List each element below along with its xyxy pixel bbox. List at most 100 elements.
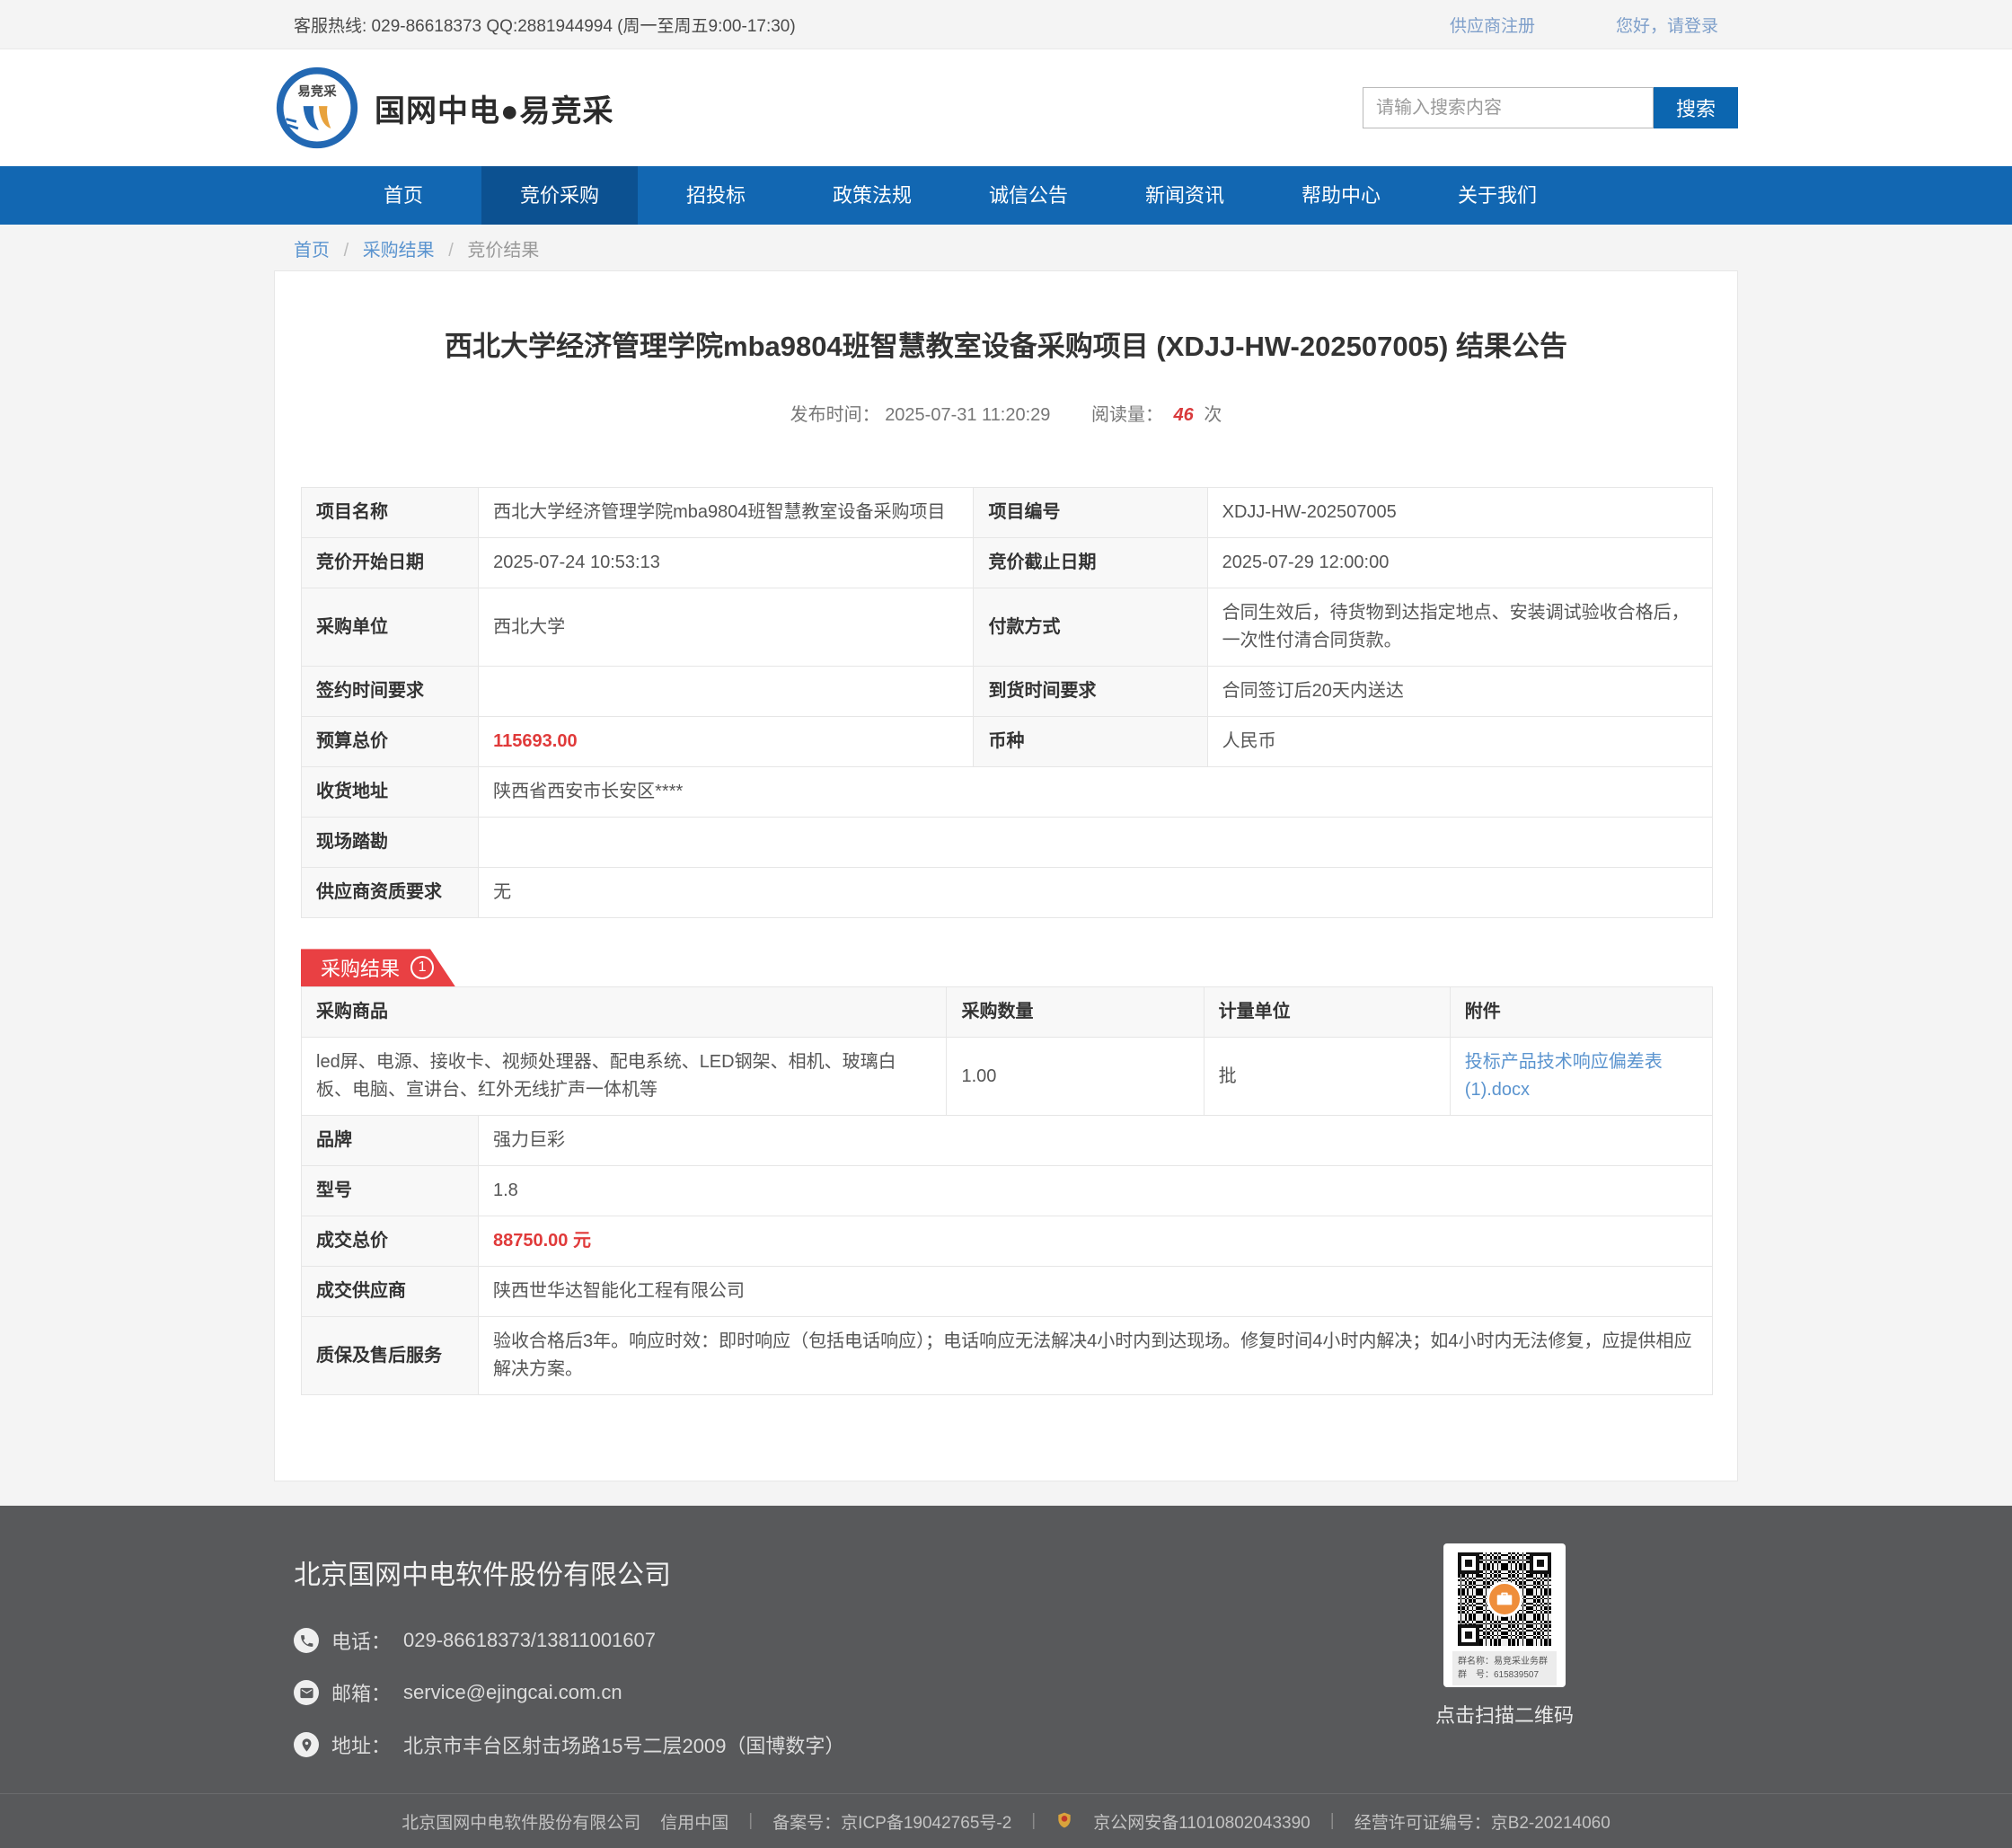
- footer-address-label: 地址：: [331, 1730, 391, 1759]
- result-table: 采购商品 采购数量 计量单位 附件 led屏、电源、接收卡、视频处理器、配电系统…: [301, 986, 1713, 1116]
- model-value: 1.8: [478, 1166, 1712, 1216]
- topbar: 客服热线: 029-86618373 QQ:2881944994 (周一至周五9…: [0, 0, 2012, 49]
- table-row: 竞价开始日期 2025-07-24 10:53:13 竞价截止日期 2025-0…: [302, 538, 1713, 588]
- table-row: 项目名称 西北大学经济管理学院mba9804班智慧教室设备采购项目 项目编号 X…: [302, 488, 1713, 538]
- breadcrumb-current: 竞价结果: [467, 241, 539, 261]
- model-label: 型号: [302, 1166, 479, 1216]
- email-icon: [294, 1680, 319, 1705]
- police-record-number[interactable]: 京公网安备11010802043390: [1093, 1809, 1310, 1834]
- start-date-value: 2025-07-24 10:53:13: [479, 538, 974, 588]
- nav-item-news[interactable]: 新闻资讯: [1107, 166, 1263, 225]
- qr-group-name: 群名称：易竞采业务群: [1458, 1655, 1551, 1668]
- breadcrumb-home[interactable]: 首页: [294, 241, 330, 261]
- breadcrumb-purchase-result[interactable]: 采购结果: [363, 241, 435, 261]
- qr-code[interactable]: 群名称：易竞采业务群 群 号：615839507: [1443, 1543, 1566, 1687]
- col-unit: 计量单位: [1204, 987, 1450, 1038]
- views-unit: 次: [1204, 405, 1222, 425]
- table-row: 质保及售后服务 验收合格后3年。响应时效：即时响应（包括电话响应）；电话响应无法…: [302, 1317, 1713, 1395]
- table-row: 现场踏勘: [302, 818, 1713, 868]
- header: 易竞采 国网中电●易竞采 搜索: [0, 49, 2012, 166]
- location-pin-icon: [294, 1732, 319, 1757]
- currency-value: 人民币: [1207, 717, 1712, 767]
- nav-item-tender[interactable]: 招投标: [638, 166, 794, 225]
- deal-price-value: 88750.00: [493, 1231, 568, 1251]
- nav-item-integrity[interactable]: 诚信公告: [950, 166, 1107, 225]
- end-date-value: 2025-07-29 12:00:00: [1207, 538, 1712, 588]
- brand-value: 强力巨彩: [478, 1116, 1712, 1166]
- brand-label: 品牌: [302, 1116, 479, 1166]
- footer-separator: |: [1031, 1811, 1036, 1831]
- footer-bottom-bar: 北京国网中电软件股份有限公司 信用中国 | 备案号：京ICP备19042765号…: [0, 1793, 2012, 1848]
- table-row: 型号 1.8: [302, 1166, 1713, 1216]
- publish-time-label: 发布时间：: [790, 405, 880, 425]
- address-label: 收货地址: [302, 767, 479, 818]
- icp-number[interactable]: 备案号：京ICP备19042765号-2: [772, 1809, 1011, 1834]
- sign-time-value: [479, 667, 974, 717]
- breadcrumb: 首页 / 采购结果 / 竞价结果: [0, 225, 2012, 270]
- supplier-register-link[interactable]: 供应商注册: [1450, 13, 1535, 37]
- site-logo-icon: 易竞采: [274, 65, 360, 151]
- breadcrumb-separator: /: [448, 241, 454, 261]
- nav-item-bidding-purchase[interactable]: 竞价采购: [481, 166, 638, 225]
- site-title: 国网中电●易竞采: [375, 86, 614, 130]
- result-detail-table: 品牌 强力巨彩 型号 1.8 成交总价 88750.00 元 成交供应商 陕西世…: [301, 1115, 1713, 1395]
- footer-separator: |: [1330, 1811, 1335, 1831]
- qr-group-number: 群 号：615839507: [1458, 1668, 1551, 1682]
- site-visit-label: 现场踏勘: [302, 818, 479, 868]
- result-count-badge: 1: [410, 956, 434, 979]
- views-label: 阅读量：: [1091, 405, 1163, 425]
- table-row: 成交供应商 陕西世华达智能化工程有限公司: [302, 1267, 1713, 1317]
- qty-value: 1.00: [947, 1038, 1204, 1116]
- supplier-value: 陕西世华达智能化工程有限公司: [478, 1267, 1712, 1317]
- service-hotline: 客服热线: 029-86618373 QQ:2881944994 (周一至周五9…: [294, 13, 796, 37]
- footer-email-row: 邮箱： service@ejingcai.com.cn: [294, 1678, 844, 1707]
- warranty-label: 质保及售后服务: [302, 1317, 479, 1395]
- attachment-link[interactable]: 投标产品技术响应偏差表(1).docx: [1465, 1052, 1663, 1100]
- qr-briefcase-icon: [1487, 1581, 1522, 1617]
- nav-item-help[interactable]: 帮助中心: [1263, 166, 1419, 225]
- footer-separator: |: [748, 1811, 753, 1831]
- address-value: 陕西省西安市长安区****: [479, 767, 1713, 818]
- page-title: 西北大学经济管理学院mba9804班智慧教室设备采购项目 (XDJJ-HW-20…: [301, 327, 1711, 366]
- views-count: 46: [1174, 405, 1194, 425]
- svg-text:易竞采: 易竞采: [297, 84, 337, 100]
- delivery-time-value: 合同签订后20天内送达: [1207, 667, 1712, 717]
- credit-china-link[interactable]: 信用中国: [660, 1809, 728, 1834]
- table-header-row: 采购商品 采购数量 计量单位 附件: [302, 987, 1713, 1038]
- qr-caption: 点击扫描二维码: [1415, 1700, 1594, 1729]
- table-row: 收货地址 陕西省西安市长安区****: [302, 767, 1713, 818]
- payment-value: 合同生效后，待货物到达指定地点、安装调试验收合格后，一次性付清合同货款。: [1207, 588, 1712, 667]
- table-row: 预算总价 115693.00 币种 人民币: [302, 717, 1713, 767]
- search-button[interactable]: 搜索: [1654, 87, 1738, 128]
- end-date-label: 竞价截止日期: [974, 538, 1207, 588]
- table-row: 供应商资质要求 无: [302, 868, 1713, 918]
- main-nav: 首页 竞价采购 招投标 政策法规 诚信公告 新闻资讯 帮助中心 关于我们: [0, 166, 2012, 225]
- product-value: led屏、电源、接收卡、视频处理器、配电系统、LED钢架、相机、玻璃白板、电脑、…: [302, 1038, 947, 1116]
- table-row: 品牌 强力巨彩: [302, 1116, 1713, 1166]
- business-license-number: 经营许可证编号：京B2-20214060: [1355, 1809, 1610, 1834]
- footer-email-label: 邮箱：: [331, 1678, 391, 1707]
- project-no-label: 项目编号: [974, 488, 1207, 538]
- nav-item-policy[interactable]: 政策法规: [794, 166, 950, 225]
- unit-value: 批: [1204, 1038, 1450, 1116]
- qualification-label: 供应商资质要求: [302, 868, 479, 918]
- nav-item-about[interactable]: 关于我们: [1419, 166, 1575, 225]
- budget-label: 预算总价: [302, 717, 479, 767]
- project-no-value: XDJJ-HW-202507005: [1207, 488, 1712, 538]
- start-date-label: 竞价开始日期: [302, 538, 479, 588]
- footer-address-row: 地址： 北京市丰台区射击场路15号二层2009（国博数字）: [294, 1730, 844, 1759]
- footer: 北京国网中电软件股份有限公司 电话： 029-86618373/13811001…: [0, 1506, 2012, 1848]
- login-link[interactable]: 您好，请登录: [1616, 13, 1718, 37]
- sign-time-label: 签约时间要求: [302, 667, 479, 717]
- police-badge-icon: [1055, 1811, 1073, 1831]
- buyer-value: 西北大学: [479, 588, 974, 667]
- col-qty: 采购数量: [947, 987, 1204, 1038]
- footer-phone-row: 电话： 029-86618373/13811001607: [294, 1626, 844, 1655]
- search-input[interactable]: [1363, 87, 1654, 128]
- publish-info: 发布时间： 2025-07-31 11:20:29 阅读量： 46 次: [301, 400, 1711, 426]
- announcement-card: 西北大学经济管理学院mba9804班智慧教室设备采购项目 (XDJJ-HW-20…: [274, 270, 1738, 1481]
- supplier-label: 成交供应商: [302, 1267, 479, 1317]
- project-info-table: 项目名称 西北大学经济管理学院mba9804班智慧教室设备采购项目 项目编号 X…: [301, 487, 1713, 918]
- project-name-label: 项目名称: [302, 488, 479, 538]
- nav-item-home[interactable]: 首页: [325, 166, 481, 225]
